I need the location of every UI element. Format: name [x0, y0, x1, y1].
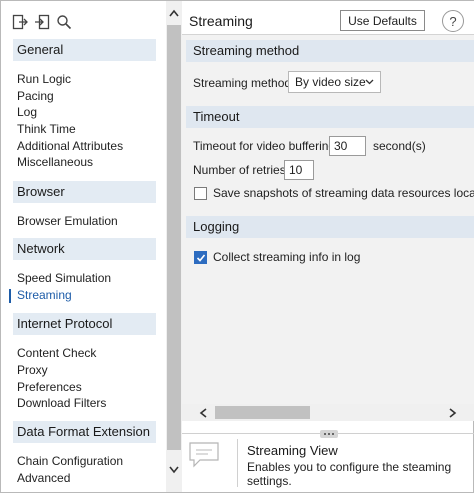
retries-label: Number of retries	[193, 163, 286, 177]
sidebar-item-run-logic[interactable]: Run Logic	[17, 71, 71, 88]
speech-bubble-icon	[189, 442, 219, 468]
scroll-down-icon[interactable]	[166, 461, 182, 479]
page-title: Streaming	[189, 13, 253, 29]
help-icon[interactable]: ?	[442, 10, 464, 32]
sidebar-item-preferences[interactable]: Preferences	[17, 379, 82, 396]
section-header-logging: Logging	[186, 216, 474, 238]
collect-streaming-info-label: Collect streaming info in log	[213, 250, 361, 264]
import-icon[interactable]	[33, 13, 51, 31]
horizontal-scrollbar-thumb[interactable]	[215, 406, 310, 419]
sidebar-group-browser: Browser	[13, 181, 156, 203]
sidebar-group-network: Network	[13, 238, 156, 260]
sidebar-item-advanced[interactable]: Advanced	[17, 470, 70, 487]
settings-panel: Streaming method Streaming method By vid…	[182, 35, 474, 405]
horizontal-scrollbar[interactable]	[182, 404, 474, 421]
sidebar-item-download-filters[interactable]: Download Filters	[17, 395, 106, 412]
section-header-timeout: Timeout	[186, 106, 474, 128]
sidebar-group-general: General	[13, 39, 156, 61]
save-snapshots-checkbox[interactable]	[194, 187, 207, 200]
selection-marker	[9, 289, 11, 303]
info-pane-divider	[237, 439, 238, 487]
collect-streaming-info-checkbox[interactable]	[194, 251, 207, 264]
sidebar-item-log[interactable]: Log	[17, 104, 37, 121]
buffering-timeout-input[interactable]	[329, 136, 366, 156]
scroll-left-icon[interactable]	[194, 404, 212, 421]
check-icon	[196, 254, 206, 262]
section-header-streaming-method: Streaming method	[186, 40, 474, 62]
scroll-right-icon[interactable]	[444, 404, 462, 421]
resize-grip[interactable]	[320, 430, 338, 438]
sidebar-item-content-check[interactable]: Content Check	[17, 345, 96, 362]
streaming-method-label: Streaming method	[193, 76, 292, 90]
content-area: Streaming Use Defaults ? Streaming metho…	[182, 1, 474, 492]
sidebar-item-speed-simulation[interactable]: Speed Simulation	[17, 270, 111, 287]
streaming-method-select[interactable]: By video size	[288, 71, 381, 93]
sidebar-toolbar	[11, 11, 73, 33]
sidebar: General Run Logic Pacing Log Think Time …	[1, 1, 166, 492]
sidebar-scrollbar[interactable]	[166, 1, 182, 492]
chevron-down-icon	[365, 79, 374, 85]
buffering-timeout-unit: second(s)	[373, 139, 426, 153]
sidebar-item-proxy[interactable]: Proxy	[17, 362, 48, 379]
scroll-up-icon[interactable]	[166, 4, 182, 22]
use-defaults-button[interactable]: Use Defaults	[340, 10, 425, 31]
sidebar-item-pacing[interactable]: Pacing	[17, 88, 54, 105]
info-pane-title: Streaming View	[247, 443, 338, 458]
sidebar-item-streaming[interactable]: Streaming	[17, 287, 72, 304]
search-icon[interactable]	[55, 13, 73, 31]
info-pane-description: Enables you to configure the steaming se…	[247, 460, 452, 488]
sidebar-item-miscellaneous[interactable]: Miscellaneous	[17, 154, 93, 171]
sidebar-item-think-time[interactable]: Think Time	[17, 121, 76, 138]
scrollbar-thumb[interactable]	[167, 25, 181, 450]
sidebar-item-browser-emulation[interactable]: Browser Emulation	[17, 213, 118, 230]
sidebar-item-chain-configuration[interactable]: Chain Configuration	[17, 453, 123, 470]
buffering-timeout-label: Timeout for video buffering	[193, 139, 336, 153]
sidebar-item-additional-attributes[interactable]: Additional Attributes	[17, 138, 123, 155]
sidebar-group-data-format-extension: Data Format Extension	[13, 421, 156, 443]
content-header: Streaming Use Defaults ?	[182, 1, 474, 35]
run-time-settings-window: General Run Logic Pacing Log Think Time …	[0, 0, 474, 493]
sidebar-group-internet-protocol: Internet Protocol	[13, 313, 156, 335]
save-snapshots-label: Save snapshots of streaming data resourc…	[213, 186, 474, 200]
retries-input[interactable]	[284, 160, 314, 180]
export-icon[interactable]	[11, 13, 29, 31]
streaming-method-value: By video size	[295, 75, 366, 89]
